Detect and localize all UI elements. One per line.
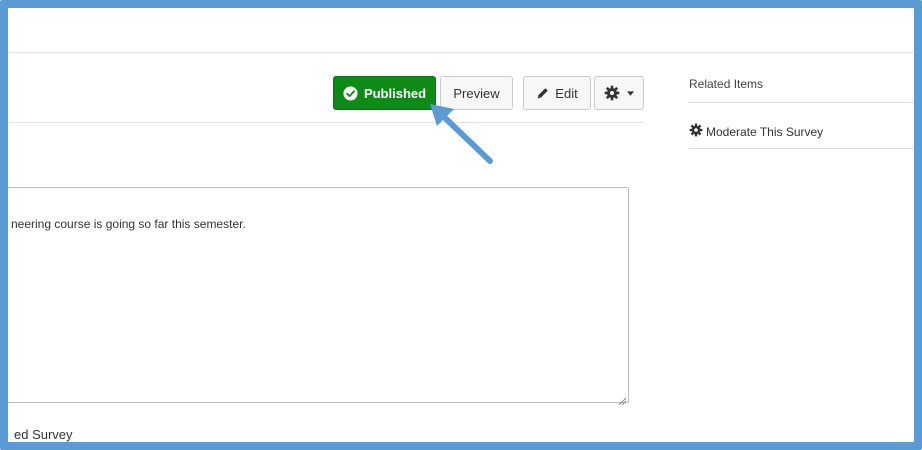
gear-icon [689, 123, 703, 140]
description-text: neering course is going so far this seme… [11, 217, 246, 231]
published-label: Published [363, 85, 427, 101]
related-divider [689, 148, 914, 149]
pencil-icon [536, 87, 549, 100]
edit-label: Edit [555, 85, 578, 101]
settings-menu-button[interactable] [594, 76, 644, 110]
description-textarea[interactable]: neering course is going so far this seme… [0, 187, 629, 406]
caret-down-icon [627, 90, 634, 96]
moderate-survey-link[interactable]: Moderate This Survey [689, 123, 823, 140]
resize-grip-icon[interactable] [618, 392, 627, 406]
related-divider [689, 102, 914, 103]
header-divider [8, 52, 914, 53]
moderate-survey-label: Moderate This Survey [706, 124, 824, 139]
edit-button[interactable]: Edit [523, 76, 591, 110]
toolbar-divider [8, 122, 644, 123]
survey-type-label: ed Survey [14, 427, 73, 442]
gear-icon [604, 85, 620, 101]
related-items-heading: Related Items [689, 77, 764, 91]
check-circle-icon [343, 85, 358, 101]
annotation-arrow-icon [430, 104, 493, 164]
